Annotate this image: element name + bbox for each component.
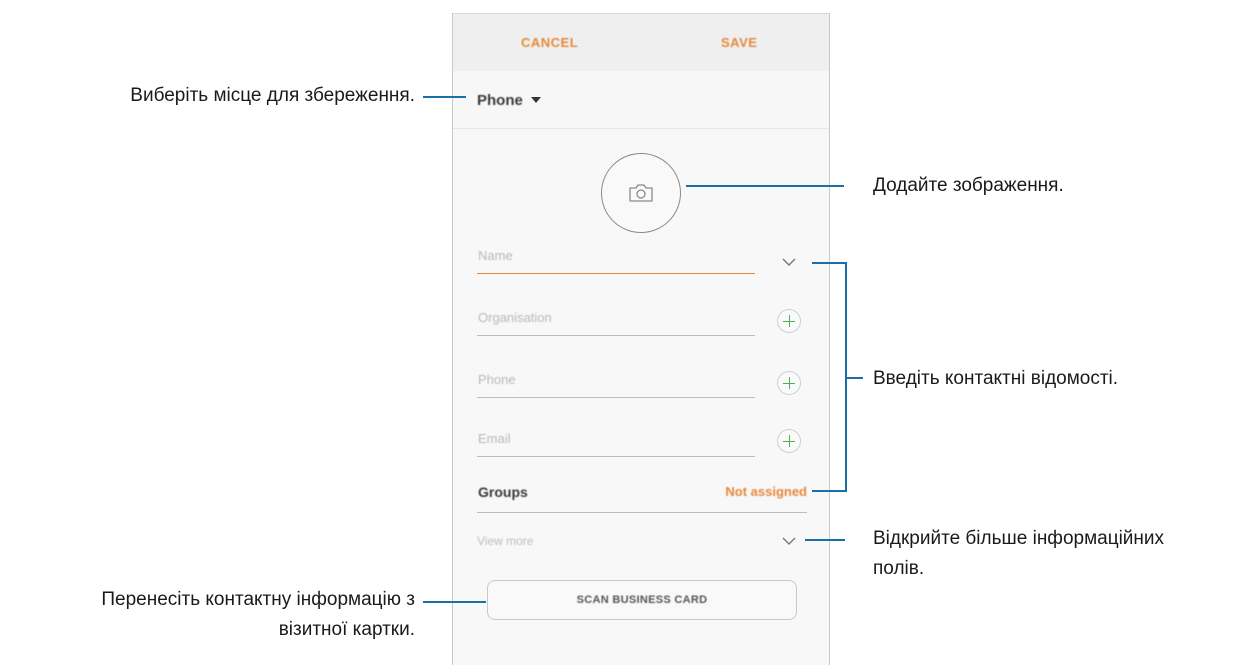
callout-bracket-top <box>812 262 846 264</box>
annotation-contact-info-text: Введіть контактні відомості. <box>873 368 1119 389</box>
email-placeholder: Email <box>478 431 511 446</box>
add-photo-button[interactable] <box>601 153 681 233</box>
organisation-placeholder: Organisation <box>478 310 552 325</box>
add-email-plus-icon[interactable] <box>777 429 801 453</box>
name-underline <box>477 272 755 274</box>
annotation-storage: Виберіть місце для збереження. <box>130 81 415 111</box>
chevron-down-icon[interactable] <box>781 536 797 546</box>
annotation-contact-info: Введіть контактні відомості. <box>873 364 1118 394</box>
phone-field[interactable]: Phone <box>477 368 755 398</box>
phone-screen: CANCEL SAVE Phone Name Organisation Phon… <box>452 13 830 665</box>
annotation-photo-text: Додайте зображення. <box>873 175 1064 196</box>
callout-line-scan <box>423 601 486 603</box>
annotation-storage-text: Виберіть місце для збереження. <box>130 85 415 106</box>
camera-icon <box>629 184 653 202</box>
email-field[interactable]: Email <box>477 427 755 457</box>
top-action-bar: CANCEL SAVE <box>453 14 829 72</box>
view-more-label[interactable]: View more <box>477 534 533 548</box>
annotation-scan-line2: візитної картки. <box>278 619 415 640</box>
save-button[interactable]: SAVE <box>721 35 757 50</box>
groups-label: Groups <box>478 484 528 500</box>
annotation-scan-line1: Перенесіть контактну інформацію з <box>101 589 415 610</box>
storage-location-label: Phone <box>477 92 523 109</box>
name-placeholder: Name <box>478 248 513 263</box>
email-underline <box>477 456 755 457</box>
scan-business-card-button[interactable]: SCAN BUSINESS CARD <box>487 580 797 620</box>
chevron-down-icon[interactable] <box>781 257 797 267</box>
annotation-more-fields: Відкрийте більше інформаційних полів. <box>873 524 1164 584</box>
callout-bracket-bottom <box>812 490 846 492</box>
callout-line-storage <box>423 96 466 98</box>
name-field[interactable]: Name <box>477 244 755 274</box>
annotation-photo: Додайте зображення. <box>873 171 1064 201</box>
annotation-scan: Перенесіть контактну інформацію з візитн… <box>101 585 415 645</box>
add-organisation-plus-icon[interactable] <box>777 309 801 333</box>
scan-business-card-label: SCAN BUSINESS CARD <box>576 594 708 606</box>
add-phone-plus-icon[interactable] <box>777 371 801 395</box>
annotation-more-fields-line2: полів. <box>873 558 925 579</box>
callout-line-photo <box>686 185 844 187</box>
groups-row[interactable]: Groups Not assigned <box>477 476 807 513</box>
annotation-more-fields-line1: Відкрийте більше інформаційних <box>873 528 1165 549</box>
phone-placeholder: Phone <box>478 372 516 387</box>
phone-underline <box>477 397 755 398</box>
storage-location-selector[interactable]: Phone <box>453 71 829 129</box>
callout-line-more-fields <box>805 539 845 541</box>
organisation-underline <box>477 335 755 336</box>
organisation-field[interactable]: Organisation <box>477 306 755 336</box>
cancel-button[interactable]: CANCEL <box>521 35 578 50</box>
callout-bracket-stub <box>846 377 863 379</box>
groups-value: Not assigned <box>725 484 807 499</box>
dropdown-caret-icon <box>531 97 541 103</box>
